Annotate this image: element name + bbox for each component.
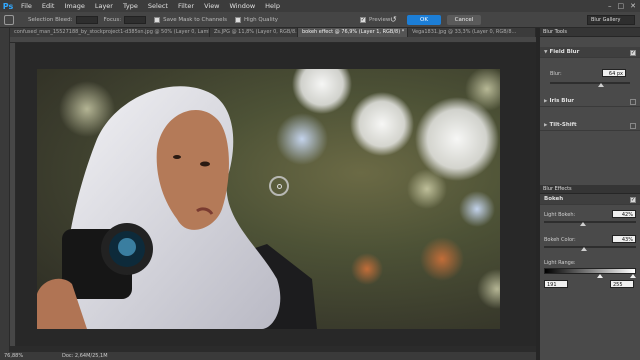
selection-bleed-label: Selection Bleed: (28, 16, 73, 23)
blur-slider-thumb[interactable] (598, 83, 605, 87)
minimize-icon[interactable]: – (608, 2, 612, 10)
preview-toggle[interactable]: ✓ Preview (360, 14, 390, 26)
save-mask-label: Save Mask to Channels (163, 16, 227, 23)
window-controls: – □ ✕ (608, 0, 636, 12)
tab-document-2[interactable]: Zs.JPG @ 11,8% (Layer 0, RGB/8... (210, 28, 298, 37)
focus-label: Focus: (103, 16, 122, 23)
menu-help[interactable]: Help (260, 0, 285, 12)
status-bar: 76,88% Doc: 2,64M/25,1M (0, 352, 536, 360)
blur-amount-input[interactable]: 64 px (602, 69, 626, 77)
menu-filter[interactable]: Filter (173, 0, 199, 12)
reset-icon[interactable]: ↺ (390, 15, 399, 24)
pin-center[interactable] (276, 183, 282, 189)
menu-view[interactable]: View (199, 0, 224, 12)
tab-document-4[interactable]: Vega1831.jpg @ 33,3% (Layer 0, RGB/8... (408, 28, 536, 37)
iris-blur-label: Iris Blur (549, 98, 575, 104)
document-photo[interactable] (37, 69, 500, 329)
zoom-readout[interactable]: 76,88% (4, 353, 34, 359)
document-info[interactable]: Doc: 2,64M/25,1M (62, 353, 108, 359)
blur-panels: Blur Tools ▼ Field Blur ✓ Blur: 64 px ▶ Ir… (540, 28, 640, 360)
blur-effects-header[interactable]: Blur Effects (540, 185, 640, 194)
light-range-high-thumb[interactable] (630, 274, 636, 278)
photoshop-logo: Ps (2, 1, 14, 11)
iris-blur-checkbox[interactable] (630, 99, 636, 105)
menu-type[interactable]: Type (118, 0, 143, 12)
light-range-gradient (544, 268, 636, 274)
photo-art (37, 69, 500, 329)
selection-bleed-field[interactable] (75, 15, 98, 24)
collapse-triangle-icon[interactable]: ▶ (544, 99, 547, 104)
preview-checkbox[interactable]: ✓ (360, 17, 366, 23)
light-range-label: Light Range: (544, 260, 576, 266)
high-quality-label: High Quality (243, 16, 279, 23)
menu-layer[interactable]: Layer (90, 0, 118, 12)
light-range-low-thumb[interactable] (597, 274, 603, 278)
light-range-low-input[interactable]: 191 (544, 280, 568, 288)
blur-tool-icon[interactable] (4, 14, 14, 25)
bokeh-color-label: Bokeh Color: (544, 237, 576, 243)
iris-blur-row[interactable]: ▶ Iris Blur (540, 96, 640, 107)
options-bar: Selection Bleed: Focus: Save Mask to Cha… (0, 12, 640, 28)
blur-tools-header[interactable]: Blur Tools (540, 28, 640, 37)
expand-triangle-icon[interactable]: ▼ (544, 50, 547, 55)
field-blur-checkbox[interactable]: ✓ (630, 50, 636, 56)
tilt-shift-checkbox[interactable] (630, 123, 636, 129)
focus-field[interactable] (124, 15, 147, 24)
tilt-shift-row[interactable]: ▶ Tilt-Shift (540, 120, 640, 131)
field-blur-label: Field Blur (549, 49, 580, 55)
light-bokeh-slider-thumb[interactable] (579, 222, 586, 226)
field-blur-row[interactable]: ▼ Field Blur ✓ (540, 47, 640, 58)
bokeh-color-slider-track[interactable] (544, 246, 636, 248)
workspace-select[interactable]: Blur Gallery (587, 15, 635, 25)
document-tab-bar: confused_man_15527188_by_stockproject1-d… (10, 28, 536, 37)
blur-pin-icon[interactable] (269, 176, 289, 196)
save-mask-checkbox[interactable] (154, 16, 161, 23)
toolbox (0, 28, 10, 352)
menu-select[interactable]: Select (143, 0, 173, 12)
menu-image[interactable]: Image (59, 0, 89, 12)
high-quality-checkbox[interactable] (234, 16, 241, 23)
light-bokeh-label: Light Bokeh: (544, 212, 576, 218)
ok-button[interactable]: OK (407, 15, 441, 25)
blur-slider-track[interactable] (550, 82, 630, 84)
cancel-button[interactable]: Cancel (447, 15, 481, 25)
bokeh-color-slider-thumb[interactable] (580, 247, 587, 251)
tab-document-1[interactable]: confused_man_15527188_by_stockproject1-d… (10, 28, 210, 37)
bokeh-label: Bokeh (544, 196, 564, 202)
light-bokeh-input[interactable]: 42% (612, 210, 636, 218)
bokeh-row[interactable]: Bokeh ✓ (540, 194, 640, 205)
menu-bar: Ps File Edit Image Layer Type Select Fil… (0, 0, 640, 12)
light-bokeh-slider-track[interactable] (544, 221, 636, 223)
collapse-triangle-icon[interactable]: ▶ (544, 123, 547, 128)
bokeh-checkbox[interactable]: ✓ (630, 197, 636, 203)
bokeh-color-input[interactable]: 43% (612, 235, 636, 243)
menu-edit[interactable]: Edit (37, 0, 60, 12)
light-range-high-input[interactable]: 255 (610, 280, 634, 288)
close-icon[interactable]: ✕ (630, 2, 636, 10)
tab-document-active[interactable]: bokeh effect @ 76,9% (Layer 1, RGB/8) * (298, 28, 408, 37)
canvas-area[interactable] (16, 43, 536, 346)
menu-file[interactable]: File (16, 0, 37, 12)
menu-window[interactable]: Window (225, 0, 261, 12)
blur-amount-label: Blur: (550, 71, 562, 77)
preview-label: Preview (369, 17, 391, 23)
tilt-shift-label: Tilt-Shift (549, 122, 577, 128)
maximize-icon[interactable]: □ (618, 2, 625, 10)
